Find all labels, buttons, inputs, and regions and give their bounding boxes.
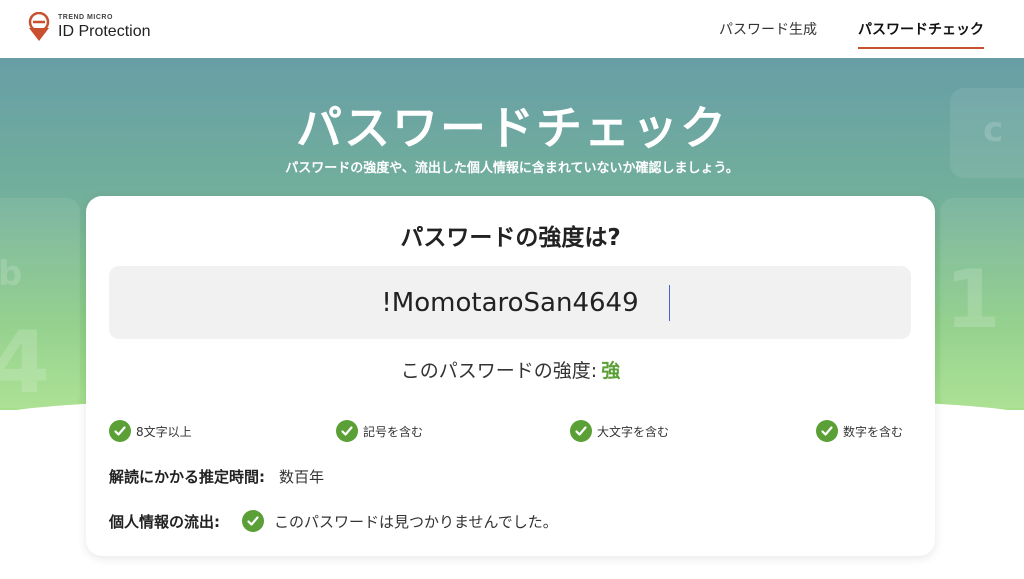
criteria-label: 大文字を含む [597,424,670,439]
criteria-label: 数字を含む [843,424,904,439]
top-header: TREND MICRO ID Protection パスワード生成 パスワードチ… [0,0,1024,58]
strength-label: このパスワードの強度: [400,360,598,382]
check-circle-icon [242,510,264,532]
crack-time-value: 数百年 [279,468,325,486]
criteria-item-uppercase: 大文字を含む [570,420,669,442]
check-circle-icon [816,420,838,442]
logo-brand-text: TREND MICRO [58,14,113,21]
check-circle-icon [336,420,358,442]
card-title: パスワードの強度は? [400,225,621,251]
criteria-item-symbol: 記号を含む [336,420,423,442]
criteria-list: 8文字以上 記号を含む 大文字を含む 数字を含む [86,420,935,446]
decorative-glyph: b [0,254,23,294]
leak-row: 個人情報の流出: このパスワードは見つかりませんでした。 [109,510,558,532]
leak-label: 個人情報の流出: [109,512,220,531]
criteria-label: 8文字以上 [136,424,192,439]
leak-value: このパスワードは見つかりませんでした。 [274,512,558,531]
password-check-card: パスワードの強度は? このパスワードの強度:強 8文字以上 記号を含む 大文字を… [86,196,935,556]
nav-password-generate[interactable]: パスワード生成 [719,19,817,39]
page-title: パスワードチェック [296,101,728,155]
strength-result: このパスワードの強度: 強 [86,356,935,383]
page-subtitle: パスワードの強度や、流出した個人情報に含まれていないか確認しましょう。 [285,161,739,176]
crack-time-row: 解読にかかる推定時間: 数百年 [109,466,324,487]
trend-micro-logo-icon [28,12,50,41]
logo[interactable]: TREND MICRO ID Protection [26,12,150,42]
password-input-box[interactable] [109,266,911,339]
check-circle-icon [570,420,592,442]
logo-product-text: ID Protection [58,23,151,40]
criteria-item-number: 数字を含む [816,420,903,442]
password-input[interactable] [109,287,911,318]
nav-password-check[interactable]: パスワードチェック [858,19,984,49]
criteria-item-length: 8文字以上 [109,420,192,442]
check-circle-icon [109,420,131,442]
decorative-glyph: 4 [0,313,50,410]
crack-time-label: 解読にかかる推定時間: [109,468,265,486]
strength-value: 強 [601,360,621,382]
text-caret [669,285,670,321]
decorative-glyph: 1 [945,253,1001,346]
criteria-label: 記号を含む [363,424,424,439]
